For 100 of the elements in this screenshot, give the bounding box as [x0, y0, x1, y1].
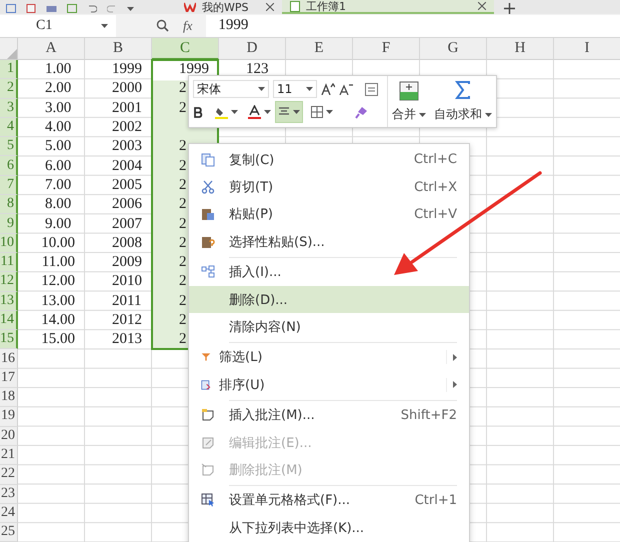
function-button[interactable]: fx	[183, 18, 192, 34]
row-header[interactable]: 12	[0, 272, 18, 292]
menu-item[interactable]: 粘贴(P) Ctrl+V	[189, 200, 469, 228]
column-header[interactable]: D	[219, 38, 286, 60]
cell-value: 11.00	[42, 254, 75, 270]
row-header[interactable]: 25	[0, 523, 18, 542]
document-tab[interactable]: 工作簿1	[282, 0, 494, 14]
row-header[interactable]: 22	[0, 465, 18, 485]
row-header[interactable]: 9	[0, 214, 18, 234]
font-size-field[interactable]: 11	[273, 80, 317, 98]
cell-value: 4.00	[45, 119, 72, 136]
clipboard-icon	[201, 207, 215, 222]
grow-font-icon[interactable]	[321, 83, 335, 95]
row-header[interactable]: 23	[0, 484, 18, 504]
cell-value: 2	[179, 312, 186, 328]
preview-icon[interactable]	[67, 4, 77, 13]
cell-value: 12.00	[41, 273, 75, 290]
clear-format-icon[interactable]	[365, 82, 378, 96]
column-header[interactable]: F	[353, 38, 420, 60]
font-field[interactable]: 宋体	[193, 80, 269, 98]
w-logo-icon	[184, 2, 196, 12]
dropdown-icon[interactable]	[419, 112, 426, 116]
dropdown-icon[interactable]	[231, 110, 238, 114]
row-header[interactable]: 7	[0, 176, 18, 196]
dropdown-icon[interactable]	[306, 87, 313, 91]
cell-value: 2	[179, 234, 186, 251]
dropdown-icon[interactable]	[485, 112, 492, 116]
clipboard-icon	[201, 234, 215, 249]
row-header[interactable]: 17	[0, 368, 18, 388]
autosum-button[interactable]: 自动求和	[433, 76, 493, 127]
menu-item[interactable]: 删除(D)...	[189, 286, 469, 314]
document-tab[interactable]: 我的WPS	[176, 0, 282, 14]
cell-value: 2002	[112, 119, 142, 136]
menu-item[interactable]: 选择性粘贴(S)...	[189, 228, 469, 256]
row-header[interactable]: 20	[0, 426, 18, 446]
document-icon[interactable]	[26, 4, 36, 13]
row-header[interactable]: 13	[0, 292, 18, 311]
row-header[interactable]: 1	[0, 60, 18, 80]
menu-item[interactable]: 设置单元格格式(F)... Ctrl+1	[189, 486, 469, 514]
dropdown-icon[interactable]	[101, 24, 108, 28]
close-icon[interactable]	[478, 2, 486, 10]
row-header[interactable]: 8	[0, 195, 18, 214]
merge-button[interactable]: 合并	[391, 76, 427, 127]
menu-item[interactable]: 插入批注(M)... Shift+F2	[189, 402, 469, 429]
menu-item[interactable]: 插入(I)...	[189, 258, 469, 286]
cell-value: 2	[179, 158, 186, 174]
column-header[interactable]: B	[85, 38, 152, 60]
fill-color-icon[interactable]	[215, 106, 228, 118]
dropdown-icon[interactable]	[293, 110, 300, 114]
undo-icon[interactable]	[87, 4, 97, 13]
cell-value: 1999	[179, 61, 209, 78]
format-painter-icon[interactable]	[355, 106, 368, 118]
row-header[interactable]: 21	[0, 446, 18, 466]
column-header[interactable]: G	[420, 38, 487, 60]
row-header[interactable]: 24	[0, 504, 18, 524]
menu-item[interactable]: 排序(U)	[189, 371, 469, 399]
zoom-icon[interactable]	[156, 19, 169, 32]
column-header[interactable]: I	[554, 38, 620, 60]
column-header[interactable]: A	[18, 38, 85, 60]
row-header[interactable]: 18	[0, 388, 18, 408]
window-icon[interactable]	[6, 4, 16, 13]
cell-value: 13.00	[41, 292, 75, 309]
row-header[interactable]: 4	[0, 118, 18, 138]
row-header[interactable]: 5	[0, 137, 18, 156]
menu-item[interactable]: 复制(C) Ctrl+C	[189, 146, 469, 174]
row-header[interactable]: 2	[0, 79, 18, 99]
cell-value: 2003	[112, 138, 142, 154]
row-header[interactable]: 3	[0, 98, 18, 118]
column-header[interactable]: E	[286, 38, 353, 60]
row-header[interactable]: 15	[0, 330, 18, 350]
center-align-button[interactable]	[275, 101, 303, 123]
row-header[interactable]: 6	[0, 156, 18, 176]
menu-item[interactable]: 清除内容(N)	[189, 313, 469, 341]
cell-value: 9.00	[45, 216, 72, 232]
menu-item[interactable]: 从下拉列表中选择(K)...	[189, 514, 469, 542]
row-header[interactable]: 19	[0, 407, 18, 427]
row-header[interactable]: 10	[0, 234, 18, 253]
dropdown-icon[interactable]	[264, 110, 271, 114]
bold-icon[interactable]	[193, 106, 203, 118]
row-header[interactable]: 11	[0, 252, 18, 272]
sigma-icon	[455, 81, 471, 99]
formula-field[interactable]: 1999	[206, 14, 620, 36]
dropdown-icon[interactable]	[258, 87, 265, 91]
column-header[interactable]: H	[487, 38, 554, 60]
cell-value: 2007	[112, 216, 142, 232]
cell-value: 15.00	[41, 331, 75, 348]
row-header[interactable]: 16	[0, 349, 18, 369]
name-box[interactable]: C1	[0, 14, 116, 36]
menu-item[interactable]: 剪切(T) Ctrl+X	[189, 173, 469, 201]
row-header[interactable]: 14	[0, 310, 18, 330]
border-icon[interactable]	[311, 106, 323, 118]
column-header[interactable]: C	[152, 38, 219, 60]
shrink-font-icon[interactable]	[339, 83, 353, 95]
font-color-icon[interactable]	[248, 105, 261, 119]
add-tab-icon[interactable]	[504, 3, 515, 14]
cell-value: 5.00	[45, 138, 72, 154]
dropdown-icon[interactable]	[127, 6, 134, 10]
close-icon[interactable]	[266, 3, 274, 11]
dropdown-icon[interactable]	[326, 110, 333, 114]
menu-item[interactable]: 筛选(L)	[189, 344, 469, 372]
